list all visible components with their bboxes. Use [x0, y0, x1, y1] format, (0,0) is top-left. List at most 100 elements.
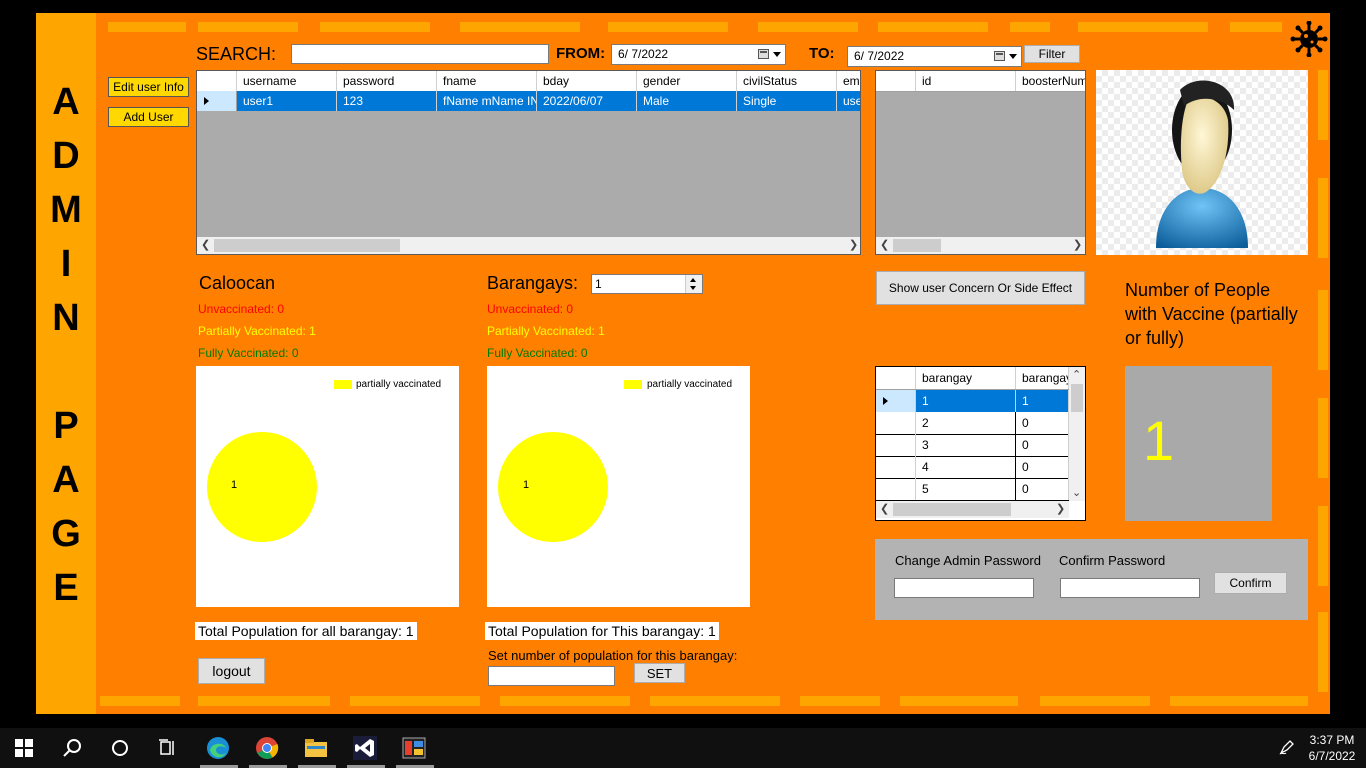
table-cell[interactable]: user [837, 91, 860, 111]
border-dash [198, 696, 330, 706]
border-dash [100, 696, 180, 706]
table-cell[interactable]: 3 [916, 434, 1016, 456]
file-explorer-icon[interactable] [304, 736, 328, 760]
population-input[interactable] [488, 666, 615, 686]
clock[interactable]: 3:37 PM 6/7/2022 [1300, 732, 1364, 764]
table-row[interactable]: 1 1 [876, 390, 1069, 412]
table-row[interactable]: 2 0 [876, 412, 1069, 435]
scroll-right-icon[interactable]: ❯ [849, 237, 858, 254]
scroll-thumb[interactable] [214, 239, 400, 252]
table-cell[interactable]: Male [637, 91, 737, 111]
scroll-thumb[interactable] [1071, 384, 1083, 412]
scroll-thumb[interactable] [893, 503, 1011, 516]
table-cell[interactable]: 4 [916, 456, 1016, 478]
horizontal-scrollbar[interactable]: ❮ ❯ [876, 237, 1085, 254]
from-label: FROM: [556, 45, 606, 62]
chevron-up-icon[interactable] [690, 278, 696, 282]
column-header[interactable]: gender [637, 71, 737, 91]
table-cell[interactable]: 5 [916, 478, 1016, 500]
row-selector[interactable] [876, 390, 916, 412]
table-cell[interactable]: 2022/06/07 [537, 91, 637, 111]
edge-icon[interactable] [206, 736, 230, 760]
users-grid-header: username password fname bday gender civi… [197, 71, 860, 92]
column-header[interactable]: bday [537, 71, 637, 91]
column-header[interactable]: civilStatus [737, 71, 837, 91]
sidebar-letter: P [53, 405, 79, 447]
table-cell[interactable]: Single [737, 91, 837, 111]
from-date-picker[interactable]: 6/ 7/2022 [611, 44, 786, 65]
chevron-down-icon[interactable]: ⌄ [1072, 485, 1081, 501]
column-header[interactable]: password [337, 71, 437, 91]
sidebar-letter: D [52, 135, 80, 177]
table-row[interactable]: 3 0 [876, 434, 1069, 457]
table-row[interactable]: 4 0 [876, 456, 1069, 479]
add-user-button[interactable]: Add User [108, 107, 189, 127]
clock-date: 6/7/2022 [1308, 749, 1356, 763]
table-cell[interactable]: 0 [1016, 412, 1069, 434]
search-input[interactable] [291, 44, 549, 64]
table-cell[interactable]: 0 [1016, 434, 1069, 456]
barangay-pie-chart: partially vaccinated 1 [487, 366, 750, 607]
column-header[interactable]: fname [437, 71, 537, 91]
confirm-button[interactable]: Confirm [1214, 572, 1287, 594]
show-user-concern-button[interactable]: Show user Concern Or Side Effect [876, 271, 1085, 305]
booster-grid[interactable]: id boosterNum ❮ ❯ [875, 70, 1086, 255]
horizontal-scrollbar[interactable]: ❮ ❯ [876, 501, 1069, 518]
cortana-icon[interactable] [110, 738, 130, 758]
scroll-thumb[interactable] [893, 239, 941, 252]
city-unvaccinated: Unvaccinated: 0 [198, 302, 285, 316]
column-header[interactable]: barangay [1016, 367, 1069, 389]
table-cell[interactable]: 0 [1016, 456, 1069, 478]
legend-label: partially vaccinated [647, 379, 733, 390]
spinner-buttons[interactable] [685, 275, 702, 293]
edit-user-info-button[interactable]: Edit user Info [108, 77, 189, 97]
scroll-left-icon[interactable]: ❮ [201, 237, 210, 254]
chevron-up-icon[interactable]: ⌃ [1072, 367, 1081, 383]
barangay-spinner[interactable]: 1 [591, 274, 703, 294]
virus-icon[interactable] [1290, 21, 1328, 57]
barangay-grid[interactable]: barangay barangay 1 1 2 0 3 0 4 0 5 0 ⌃ … [875, 366, 1086, 521]
table-cell[interactable]: 1 [1016, 390, 1069, 412]
table-cell[interactable]: 1 [916, 390, 1016, 412]
row-selector[interactable] [876, 478, 916, 500]
logout-button[interactable]: logout [198, 658, 265, 684]
task-view-icon[interactable] [158, 738, 178, 758]
column-header[interactable]: boosterNum [1016, 71, 1085, 91]
column-header[interactable]: id [916, 71, 1016, 91]
row-pointer-icon [883, 397, 888, 405]
table-row[interactable]: user1 123 fName mName IN... 2022/06/07 M… [197, 91, 860, 112]
pen-icon[interactable] [1278, 738, 1296, 756]
visual-studio-icon[interactable] [353, 736, 377, 760]
scroll-right-icon[interactable]: ❯ [1073, 237, 1082, 254]
horizontal-scrollbar[interactable]: ❮ ❯ [197, 237, 860, 254]
table-cell[interactable]: 2 [916, 412, 1016, 434]
scroll-left-icon[interactable]: ❮ [880, 237, 889, 254]
row-selector[interactable] [876, 412, 916, 434]
chrome-icon[interactable] [255, 736, 279, 760]
search-icon[interactable] [62, 738, 82, 758]
winforms-app-icon[interactable] [402, 736, 426, 760]
row-selector[interactable] [876, 456, 916, 478]
users-grid[interactable]: username password fname bday gender civi… [196, 70, 861, 255]
scroll-right-icon[interactable]: ❯ [1056, 501, 1065, 518]
column-header[interactable]: barangay [916, 367, 1016, 389]
column-header[interactable]: ema [837, 71, 860, 91]
row-selector[interactable] [876, 434, 916, 456]
start-icon[interactable] [15, 739, 33, 757]
table-cell[interactable]: 123 [337, 91, 437, 111]
filter-button[interactable]: Filter [1024, 45, 1080, 63]
table-cell[interactable]: 0 [1016, 478, 1069, 500]
to-date-picker[interactable]: 6/ 7/2022 [847, 46, 1022, 67]
table-cell[interactable]: fName mName IN... [437, 91, 537, 111]
scroll-left-icon[interactable]: ❮ [880, 501, 889, 518]
table-cell[interactable]: user1 [237, 91, 337, 111]
chevron-down-icon[interactable] [690, 286, 696, 290]
set-population-button[interactable]: SET [634, 663, 685, 683]
column-header[interactable]: username [237, 71, 337, 91]
confirm-password-field[interactable] [1060, 578, 1200, 598]
new-password-field[interactable] [894, 578, 1034, 598]
border-dash [1010, 22, 1050, 32]
table-row[interactable]: 5 0 [876, 478, 1069, 501]
vertical-scrollbar[interactable]: ⌃ ⌄ [1069, 367, 1085, 501]
row-selector[interactable] [197, 91, 237, 111]
